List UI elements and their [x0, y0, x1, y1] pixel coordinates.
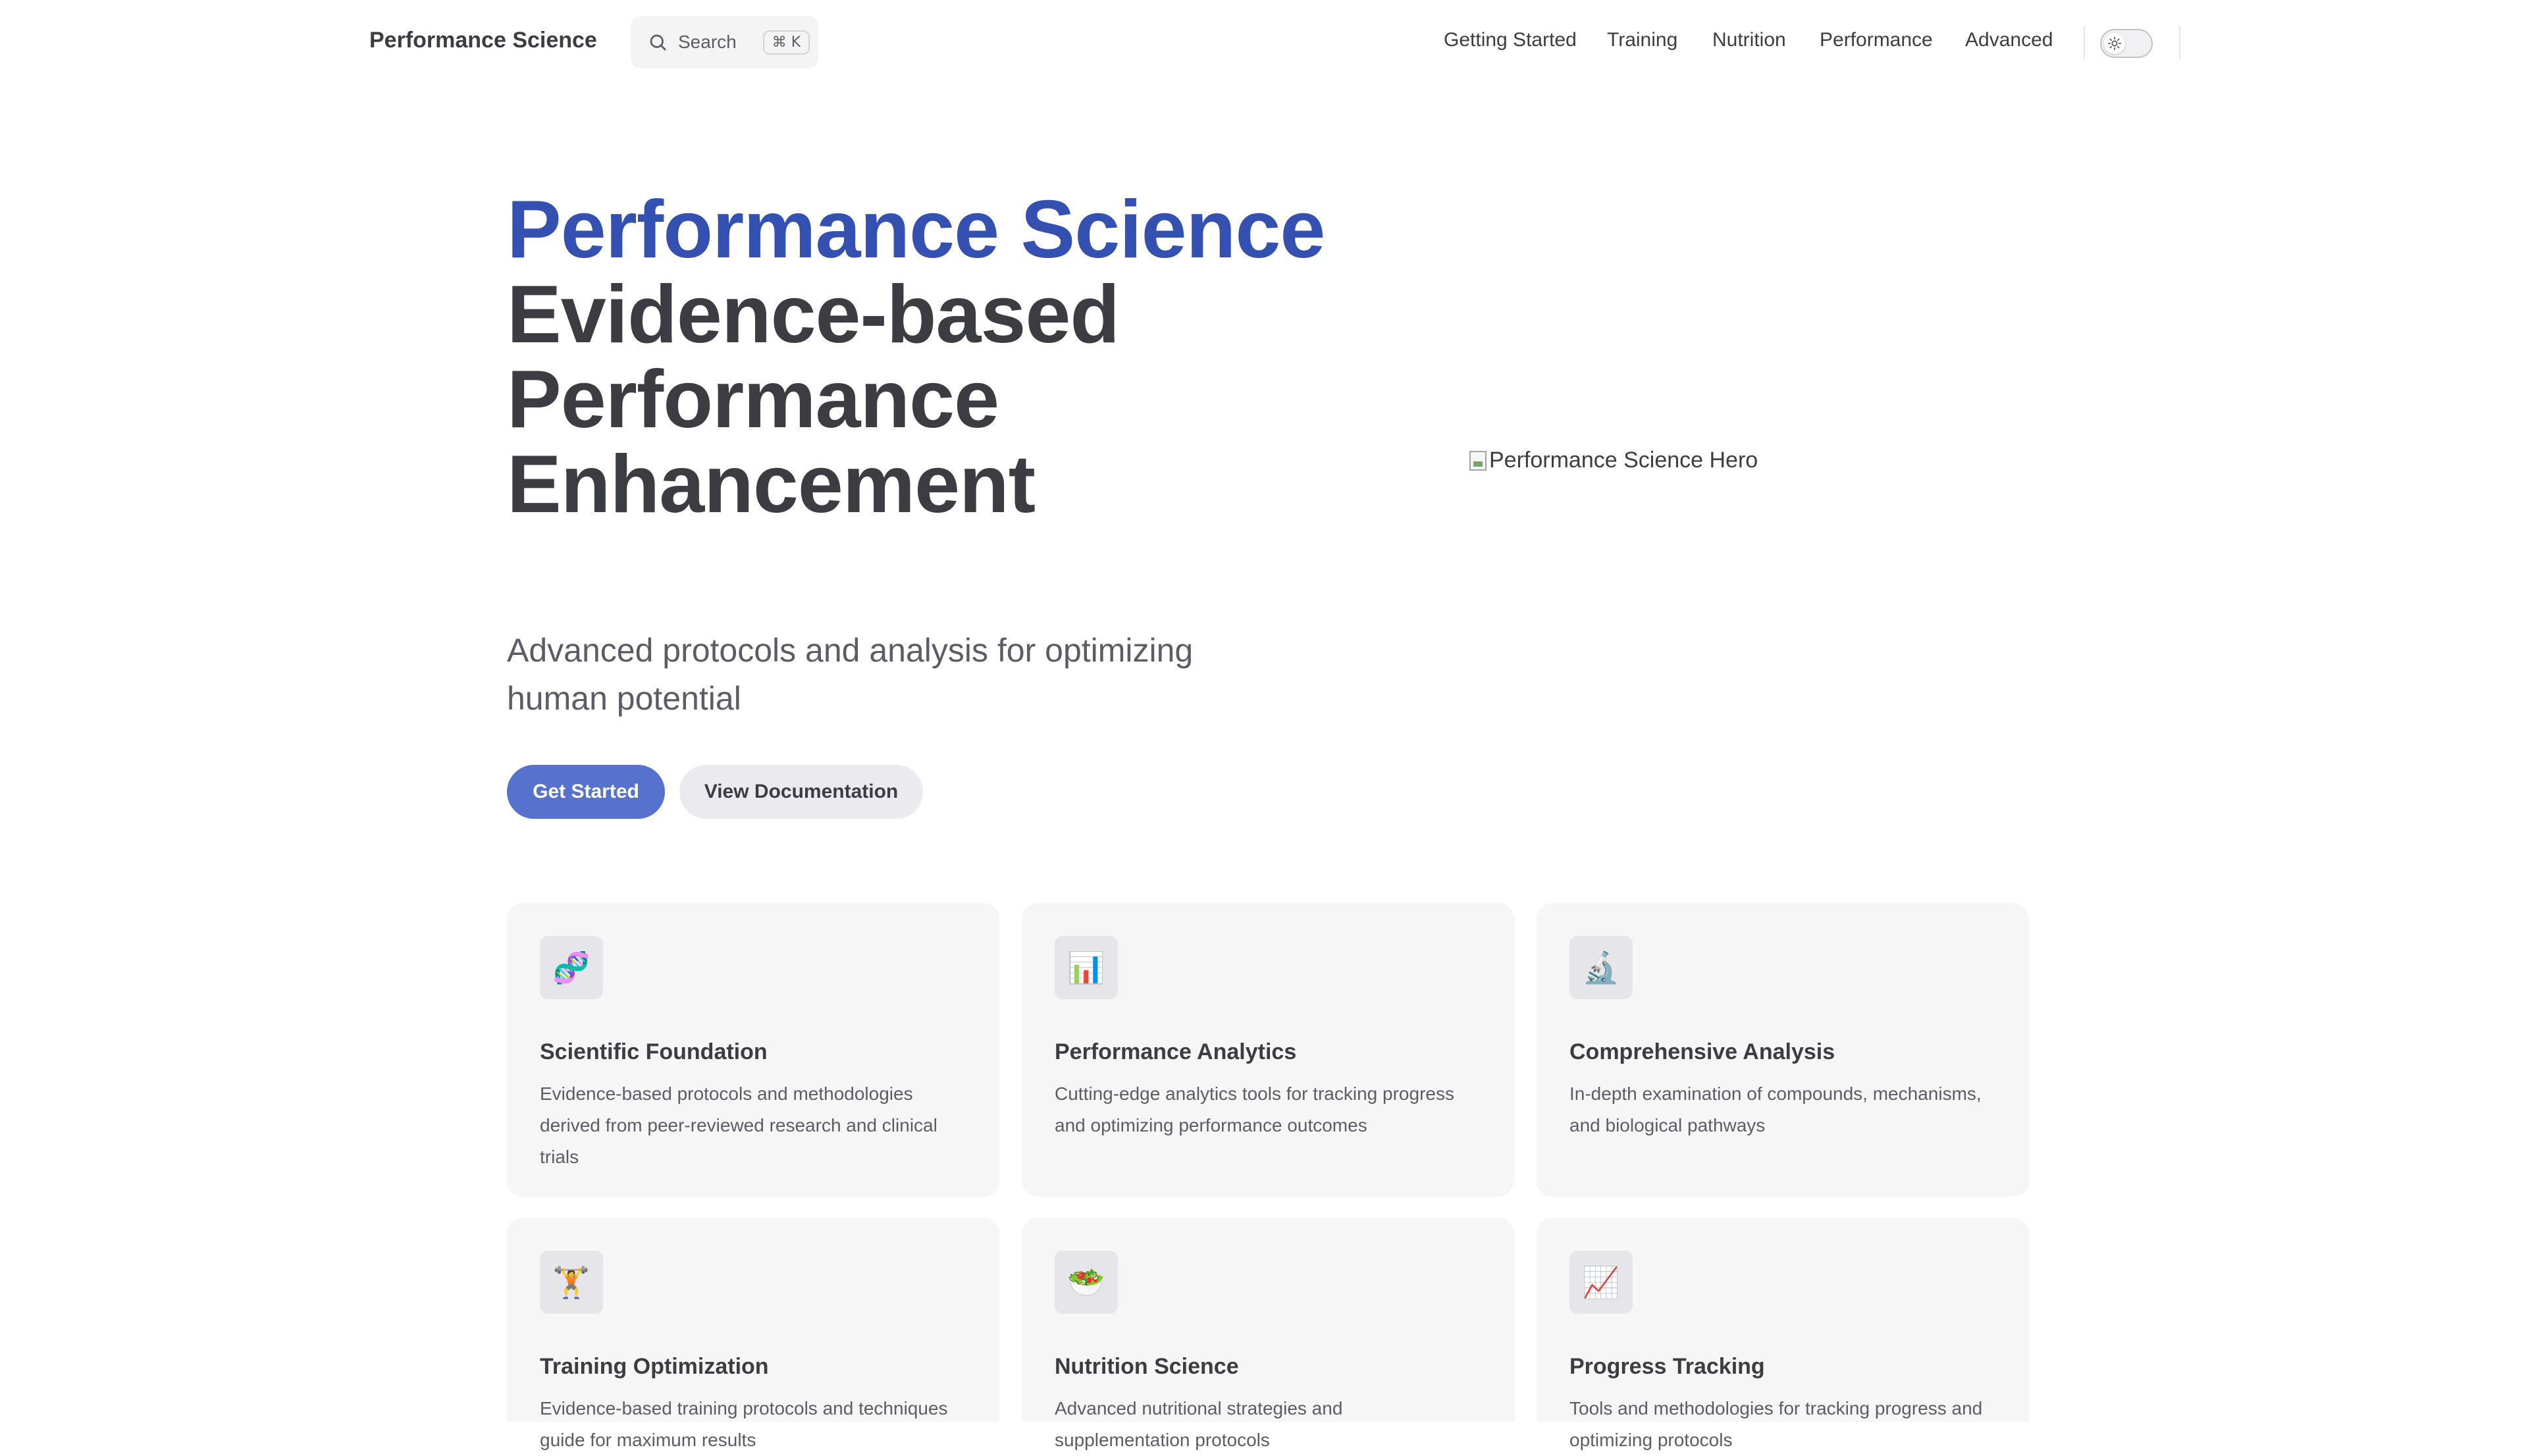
- feature-title: Progress Tracking: [1569, 1354, 1765, 1379]
- nav-link-getting-started[interactable]: Getting Started: [1444, 29, 1577, 51]
- feature-details: Evidence-based training protocols and te…: [540, 1398, 948, 1450]
- hero-image: Performance Science Hero: [1469, 448, 1758, 473]
- feature-card: 📈 Progress Tracking Tools and methodolog…: [1537, 1218, 2029, 1450]
- nav-link-performance[interactable]: Performance: [1820, 29, 1933, 51]
- feature-details: Advanced nutritional strategies and supp…: [1055, 1398, 1343, 1450]
- salad-icon: 🥗: [1055, 1251, 1118, 1314]
- chart-increasing-icon: 📈: [1569, 1251, 1633, 1314]
- feature-title: Nutrition Science: [1055, 1354, 1239, 1379]
- microscope-icon: 🔬: [1569, 936, 1633, 999]
- view-documentation-button[interactable]: View Documentation: [679, 765, 923, 819]
- nav-link-advanced[interactable]: Advanced: [1965, 29, 2053, 51]
- feature-card: 📊 Performance Analytics Cutting-edge ana…: [1022, 903, 1514, 1197]
- feature-details: Evidence-based protocols and methodologi…: [540, 1083, 937, 1167]
- search-button[interactable]: Search ⌘ K: [631, 16, 818, 68]
- sun-icon: [2107, 36, 2122, 51]
- feature-details: Cutting-edge analytics tools for trackin…: [1055, 1083, 1454, 1135]
- nav-link-nutrition[interactable]: Nutrition: [1712, 29, 1786, 51]
- feature-card: 🥗 Nutrition Science Advanced nutritional…: [1022, 1218, 1514, 1450]
- nav-divider: [2179, 26, 2180, 59]
- broken-image-icon: [1469, 450, 1487, 471]
- hero-heading: Performance Science Evidence-based Perfo…: [507, 188, 1330, 527]
- feature-title: Scientific Foundation: [540, 1039, 768, 1064]
- feature-card: 🧬 Scientific Foundation Evidence-based p…: [507, 903, 999, 1197]
- get-started-button[interactable]: Get Started: [507, 765, 665, 819]
- site-title[interactable]: Performance Science: [369, 28, 597, 53]
- theme-toggle[interactable]: [2100, 29, 2153, 58]
- feature-card: 🔬 Comprehensive Analysis In-depth examin…: [1537, 903, 2029, 1197]
- nav-link-training[interactable]: Training: [1607, 29, 1677, 51]
- feature-title: Performance Analytics: [1055, 1039, 1297, 1064]
- hero-text: Evidence-based Performance Enhancement: [507, 269, 1120, 530]
- feature-details: In-depth examination of compounds, mecha…: [1569, 1083, 1982, 1135]
- feature-card: 🏋 Training Optimization Evidence-based t…: [507, 1218, 999, 1450]
- nav-divider: [2084, 26, 2085, 59]
- dna-icon: 🧬: [540, 936, 603, 999]
- hero-tagline: Advanced protocols and analysis for opti…: [507, 632, 1194, 717]
- theme-toggle-knob: [2104, 33, 2125, 54]
- search-icon: [650, 34, 666, 51]
- bar-chart-icon: 📊: [1055, 936, 1118, 999]
- weight-lifter-icon: 🏋: [540, 1251, 603, 1314]
- feature-title: Training Optimization: [540, 1354, 769, 1379]
- hero-image-alt: Performance Science Hero: [1489, 448, 1758, 473]
- hero-name: Performance Science: [507, 184, 1325, 275]
- top-nav: Performance Science Search ⌘ K Getting S…: [0, 0, 2528, 86]
- feature-details: Tools and methodologies for tracking pro…: [1569, 1398, 1983, 1450]
- feature-title: Comprehensive Analysis: [1569, 1039, 1835, 1064]
- search-shortcut: ⌘ K: [762, 30, 810, 55]
- search-label: Search: [678, 32, 737, 52]
